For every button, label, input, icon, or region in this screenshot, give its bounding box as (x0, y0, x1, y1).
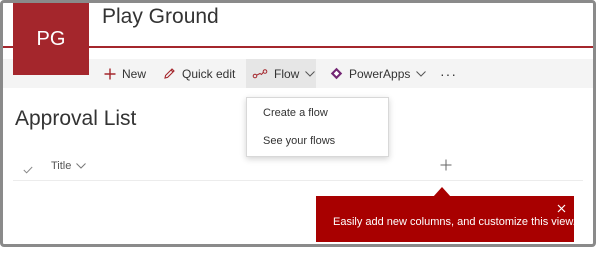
quick-edit-label: Quick edit (182, 66, 236, 81)
column-header-title[interactable]: Title (51, 160, 87, 172)
add-column-icon[interactable] (440, 158, 452, 176)
teaching-bubble: Easily add new columns, and customize th… (316, 196, 576, 242)
teaching-bubble-text: Easily add new columns, and customize th… (333, 216, 576, 228)
menu-item-create-flow[interactable]: Create a flow (263, 107, 328, 119)
flow-button-label: Flow (274, 66, 300, 81)
flow-dropdown-menu: Create a flow See your flows (246, 97, 389, 157)
more-icon: ··· (440, 65, 457, 82)
pencil-icon (163, 67, 176, 80)
site-logo[interactable]: PG (13, 3, 89, 75)
more-options-button[interactable]: ··· (440, 59, 457, 88)
brand-rule (3, 46, 593, 48)
column-header-row: Title (13, 156, 583, 181)
quick-edit-button[interactable]: Quick edit (163, 59, 235, 88)
powerapps-button[interactable]: PowerApps (330, 59, 427, 88)
select-all-check-icon[interactable] (23, 161, 33, 179)
site-title[interactable]: Play Ground (102, 5, 219, 29)
list-title: Approval List (15, 107, 137, 130)
new-button-label: New (122, 66, 147, 81)
column-title-label: Title (51, 160, 72, 172)
powerapps-label: PowerApps (349, 66, 411, 81)
window-frame: PG Play Ground New Quick edit Flow Power… (0, 0, 596, 247)
chevron-down-icon (76, 163, 87, 169)
chevron-down-icon (305, 70, 316, 77)
plus-icon (104, 68, 116, 80)
flow-icon (252, 68, 268, 80)
powerapps-icon (330, 67, 343, 80)
menu-item-see-flows[interactable]: See your flows (263, 135, 335, 147)
site-header: PG Play Ground (3, 3, 593, 75)
flow-button[interactable]: Flow (246, 59, 316, 88)
new-button[interactable]: New (104, 59, 146, 88)
site-logo-initials: PG (36, 27, 66, 50)
command-bar: New Quick edit Flow PowerApps ··· (3, 59, 593, 88)
chevron-down-icon (416, 70, 427, 77)
